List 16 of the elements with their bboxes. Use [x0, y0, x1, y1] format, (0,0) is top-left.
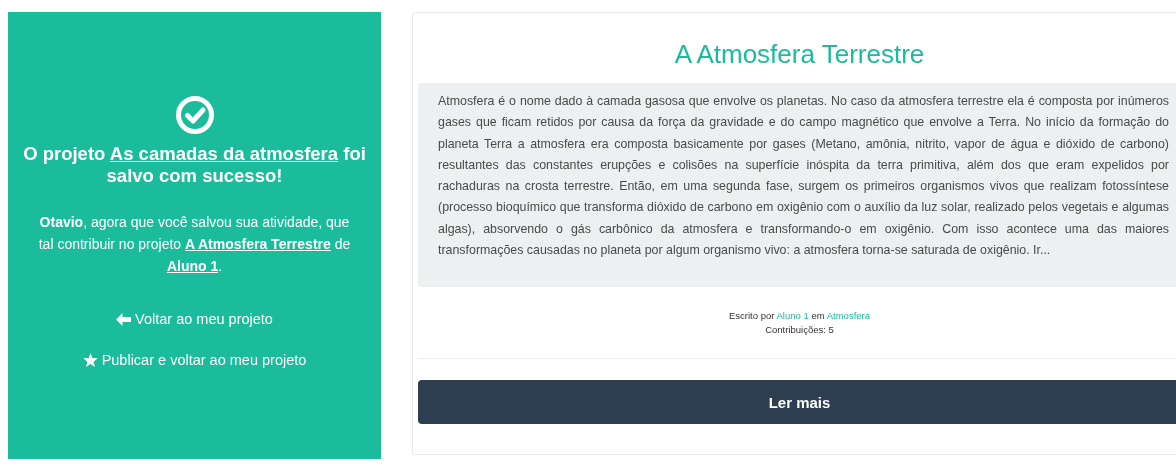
star-icon	[82, 353, 98, 367]
project-link[interactable]: As camadas da atmosfera	[109, 143, 339, 164]
suggestion-text: Otavio, agora que você salvou sua atividade, que tal contribuir no projeto A Atmosfera Terrestre de Aluno 1.	[37, 213, 352, 276]
check-circle-icon	[174, 95, 215, 135]
author-line: Escrito por Aluno 1 em Atmosfera	[728, 309, 871, 324]
project-title: A Atmosfera Terrestre	[673, 39, 926, 69]
project-excerpt: Atmosfera é o nome dado à camada gasosa que envolve os planetas. No caso da atmosfera terrestre ela é composta por inúmeros gases que ficam retidos por causa da força da gravidade e do campo magnético que envolve a Terra. No início da formação do planeta Terra a atmosfera era composta basicamente por gases (Metano, amônia, nitrito, vapor de água e dióxido de carbono) resultantes das constantes erupções e colisões na superfície inóspita da terra primitiva, além dos que eram expelidos por rachaduras na crosta terrestre. Então, em uma segunda fase, surgem os primeiros organismos vivos que realizam fotossíntese (processo bioquímico que transforma dióxido de carbono em oxigênio com o auxílio da luz solar, realizado pelos vegetais e algumas algas), absorvendo o gás carbônico da atmosfera e transformando-o em oxigênio. Com isso acontece uma das maiores transformações causadas no planeta por algum organismo vivo: a atmosfera torna-se saturada de oxigênio. Ir...	[438, 93, 1169, 260]
project-link[interactable]: A Atmosfera Terrestre	[185, 236, 331, 252]
author-link[interactable]: Aluno 1	[776, 310, 809, 322]
read-more-button[interactable]: Ler mais	[418, 380, 1176, 425]
contributions-count: Contribuições: 5	[764, 323, 835, 338]
back-link[interactable]: Voltar ao meu projeto	[116, 311, 273, 327]
category-link[interactable]: Atmosfera	[826, 310, 870, 322]
success-message: O projeto As camadas da atmosfera foi salvo com sucesso!	[22, 143, 367, 187]
publish-link[interactable]: Publicar e voltar ao meu projeto	[82, 352, 307, 368]
arrow-left-icon	[116, 312, 132, 326]
